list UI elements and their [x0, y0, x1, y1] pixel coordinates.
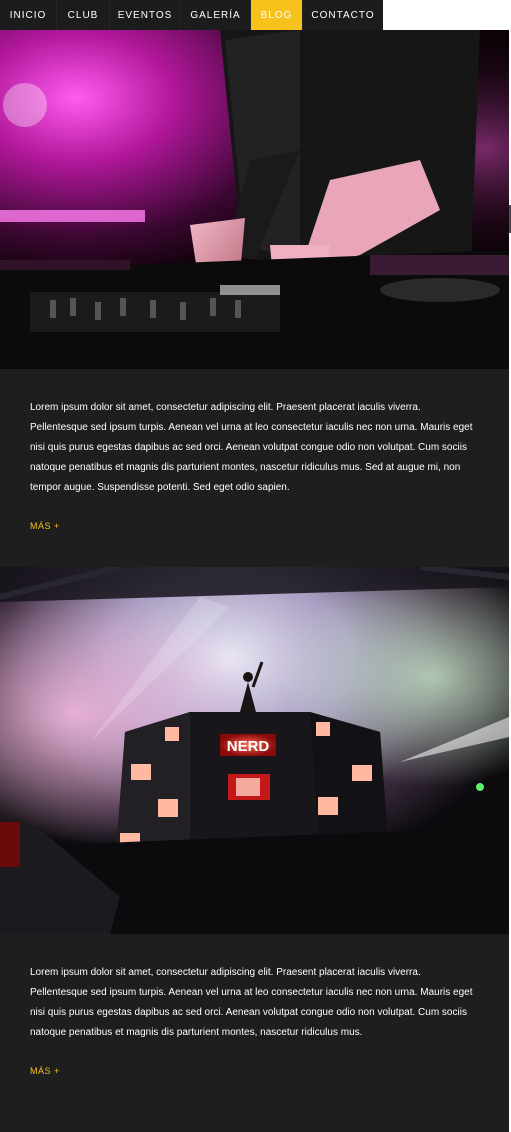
blog-post: Lorem ipsum dolor sit amet, consectetur …: [0, 30, 509, 567]
nav-item-eventos[interactable]: EVENTOS: [110, 0, 181, 30]
nav-item-galeria[interactable]: GALERÍA: [181, 0, 251, 30]
page: INICIO CLUB EVENTOS GALERÍA BLOG CONTACT…: [0, 0, 511, 1132]
plus-icon: +: [54, 521, 60, 531]
nav-item-blog[interactable]: BLOG: [251, 0, 303, 30]
more-link[interactable]: MÁS +: [30, 521, 60, 531]
dj-photo: [0, 30, 509, 369]
stage-sign: NERD: [227, 738, 270, 755]
main-nav: INICIO CLUB EVENTOS GALERÍA BLOG CONTACT…: [0, 0, 383, 30]
concert-photo: NERD: [0, 567, 509, 934]
blog-post: NERD Lorem ipsum dolor sit amet, consect…: [0, 567, 509, 1132]
more-label: MÁS: [30, 521, 52, 531]
more-link[interactable]: MÁS +: [30, 1066, 60, 1076]
nav-item-inicio[interactable]: INICIO: [0, 0, 57, 30]
post-body: Lorem ipsum dolor sit amet, consectetur …: [30, 402, 473, 493]
more-label: MÁS: [30, 1066, 52, 1076]
post-body: Lorem ipsum dolor sit amet, consectetur …: [30, 967, 473, 1038]
plus-icon: +: [54, 1066, 60, 1076]
nav-item-club[interactable]: CLUB: [57, 0, 110, 30]
nav-item-contacto[interactable]: CONTACTO: [303, 0, 383, 30]
post-image-dj[interactable]: [0, 30, 509, 369]
post-image-concert[interactable]: NERD: [0, 567, 509, 934]
